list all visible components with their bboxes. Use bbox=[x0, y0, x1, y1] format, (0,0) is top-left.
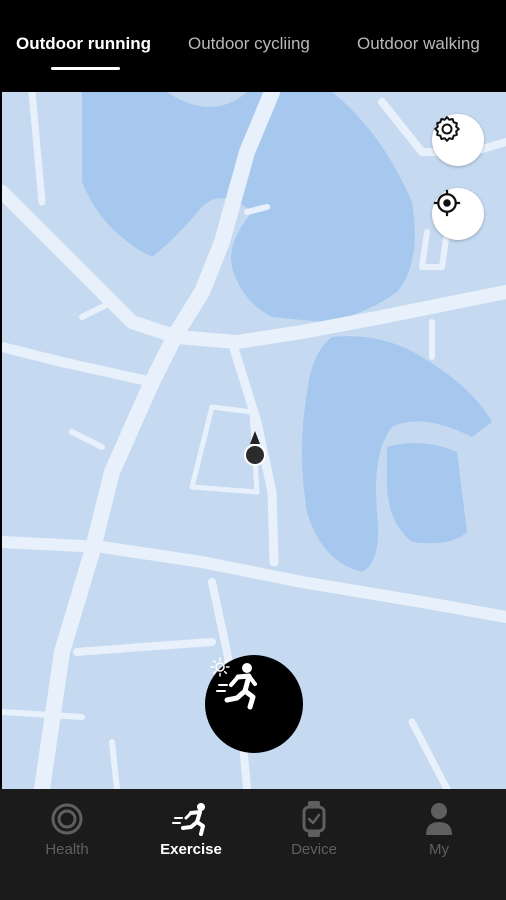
tab-outdoor-running[interactable]: Outdoor running bbox=[16, 34, 151, 54]
tab-outdoor-walking[interactable]: Outdoor walking bbox=[357, 34, 480, 54]
map-road-stub-south bbox=[109, 739, 120, 789]
nav-my-label: My bbox=[429, 841, 449, 858]
tab-outdoor-cycling[interactable]: Outdoor cycliing bbox=[188, 34, 310, 54]
start-run-button[interactable] bbox=[205, 655, 303, 753]
nav-device-label: Device bbox=[291, 841, 337, 858]
bottom-navigation: Health Exercise Device My bbox=[0, 789, 506, 900]
map-road-northeast-block bbox=[419, 229, 450, 270]
map-road-south-minor bbox=[73, 638, 216, 656]
nav-health-label: Health bbox=[45, 841, 89, 858]
map-water-north bbox=[82, 92, 415, 322]
nav-device[interactable]: Device bbox=[251, 789, 377, 900]
nav-exercise-label: Exercise bbox=[160, 841, 222, 858]
map-road-southeast bbox=[408, 718, 451, 789]
map-road-stub-west bbox=[69, 429, 105, 450]
nav-health[interactable]: Health bbox=[4, 789, 130, 900]
map-view[interactable] bbox=[2, 92, 506, 789]
map-road-northwest bbox=[28, 92, 46, 206]
active-tab-indicator bbox=[51, 67, 120, 70]
person-icon bbox=[423, 799, 455, 839]
nav-exercise[interactable]: Exercise bbox=[128, 789, 254, 900]
map-road-stub-northwest bbox=[79, 299, 115, 320]
ring-icon bbox=[49, 799, 85, 839]
map-water-pond bbox=[387, 443, 467, 544]
exercise-type-tabs: Outdoor running Outdoor cycliing Outdoor… bbox=[0, 0, 506, 92]
watch-icon bbox=[299, 799, 329, 839]
locate-button[interactable] bbox=[432, 188, 484, 240]
nav-my[interactable]: My bbox=[376, 789, 502, 900]
map-road-southwest bbox=[2, 709, 85, 720]
settings-button[interactable] bbox=[432, 114, 484, 166]
map-road-west bbox=[2, 342, 157, 387]
running-icon bbox=[171, 799, 211, 839]
